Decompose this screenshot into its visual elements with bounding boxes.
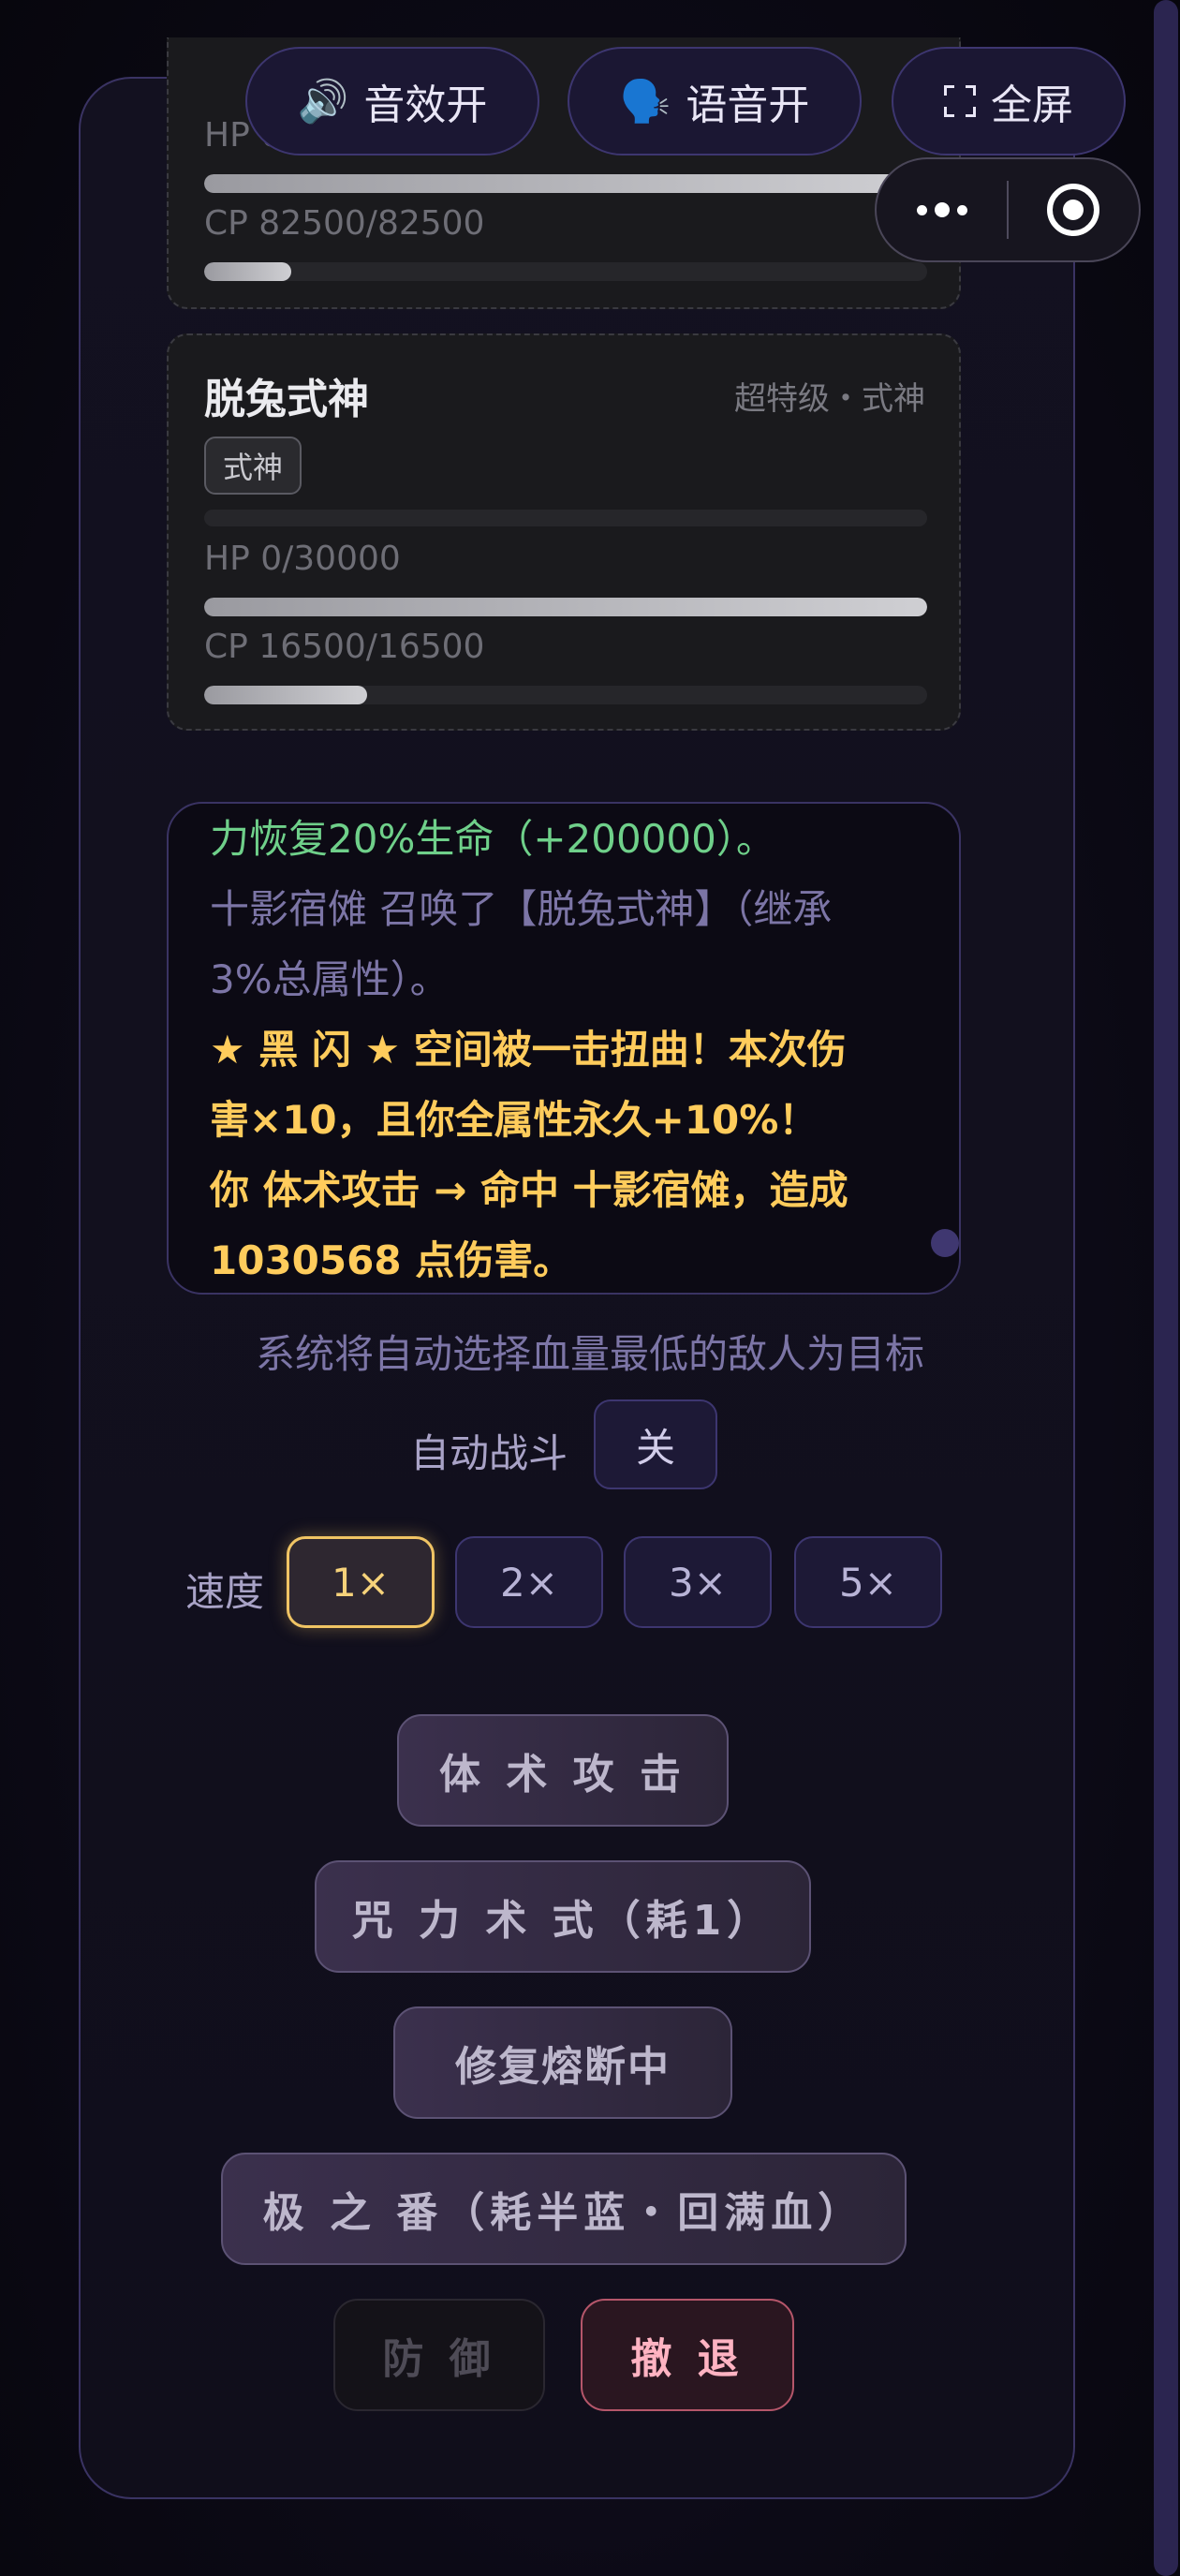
voice-toggle-label: 语音开 xyxy=(686,81,810,129)
auto-battle-toggle[interactable]: 关 xyxy=(594,1399,717,1489)
fullscreen-label: 全屏 xyxy=(991,81,1073,129)
enemy-cp-fill xyxy=(204,262,291,281)
enemy-cp-label: CP 16500/16500 xyxy=(204,628,485,666)
log-line: 害×10，且你全属性永久+10%！ xyxy=(210,1097,819,1143)
log-line: 你 体术攻击 → 命中 十影宿傩，造成 xyxy=(210,1167,848,1213)
speed-1x-button[interactable]: 1× xyxy=(287,1536,435,1628)
enemy-rank: 超特级・式神 xyxy=(734,380,925,418)
enemy-hp-fill xyxy=(204,598,927,616)
speed-3x-button[interactable]: 3× xyxy=(624,1536,772,1628)
auto-battle-label: 自动战斗 xyxy=(410,1430,568,1476)
battle-log[interactable]: 力恢复20%生命（+200000）。 十影宿傩 召唤了【脱兔式神】（继承 3%总… xyxy=(167,802,961,1295)
enemy-hp-label: HP 0/30000 xyxy=(204,540,401,578)
repair-button[interactable]: 修复熔断中 xyxy=(393,2006,732,2119)
enemy-cp-bar xyxy=(204,262,927,281)
log-line: 1030568 点伤害。 xyxy=(210,1237,573,1283)
enemy-cp-bar xyxy=(204,686,927,704)
enemy-name: 脱兔式神 xyxy=(204,376,369,423)
sound-toggle-label: 音效开 xyxy=(363,81,488,129)
enemy-status-bar xyxy=(204,510,927,526)
defend-button[interactable]: 防 御 xyxy=(333,2299,545,2411)
speed-label: 速度 xyxy=(185,1569,265,1615)
log-line: 3%总属性）。 xyxy=(210,956,450,1002)
page-scrollbar[interactable] xyxy=(1154,0,1178,2576)
log-line: ★ 黑 闪 ★ 空间被一击扭曲！本次伤 xyxy=(210,1027,847,1073)
ultimate-button[interactable]: 极 之 番（耗半蓝・回满血） xyxy=(221,2153,907,2265)
cursed-technique-button[interactable]: 咒 力 术 式（耗1） xyxy=(315,1860,811,1973)
log-scroll-indicator[interactable] xyxy=(931,1229,959,1257)
enemy-cp-fill xyxy=(204,686,367,704)
more-icon[interactable] xyxy=(877,202,1007,217)
log-line: 力恢复20%生命（+200000）。 xyxy=(210,816,775,862)
speaking-head-icon: 🗣️ xyxy=(619,78,671,126)
voice-toggle-button[interactable]: 🗣️ 语音开 xyxy=(568,47,862,155)
enemy-card[interactable]: 脱兔式神 超特级・式神 式神 HP 0/30000 CP 16500/16500 xyxy=(167,333,961,731)
enemy-hp-fill xyxy=(204,174,927,193)
enemy-hp-bar xyxy=(204,598,927,616)
retreat-button[interactable]: 撤 退 xyxy=(581,2299,794,2411)
enemy-hp-bar xyxy=(204,174,927,193)
log-line: 十影宿傩 召唤了【脱兔式神】（继承 xyxy=(210,886,833,932)
speed-5x-button[interactable]: 5× xyxy=(794,1536,942,1628)
melee-attack-button[interactable]: 体 术 攻 击 xyxy=(397,1714,729,1827)
fullscreen-button[interactable]: 全屏 xyxy=(892,47,1126,155)
fullscreen-icon xyxy=(944,85,976,117)
sound-toggle-button[interactable]: 🔊 音效开 xyxy=(245,47,539,155)
speaker-icon: 🔊 xyxy=(297,78,349,126)
close-target-icon[interactable] xyxy=(1009,184,1139,236)
speed-2x-button[interactable]: 2× xyxy=(455,1536,603,1628)
target-hint: 系统将自动选择血量最低的敌人为目标 xyxy=(255,1331,924,1377)
enemy-tag: 式神 xyxy=(204,437,302,495)
enemy-cp-label: CP 82500/82500 xyxy=(204,204,485,243)
miniprogram-capsule xyxy=(875,157,1141,262)
